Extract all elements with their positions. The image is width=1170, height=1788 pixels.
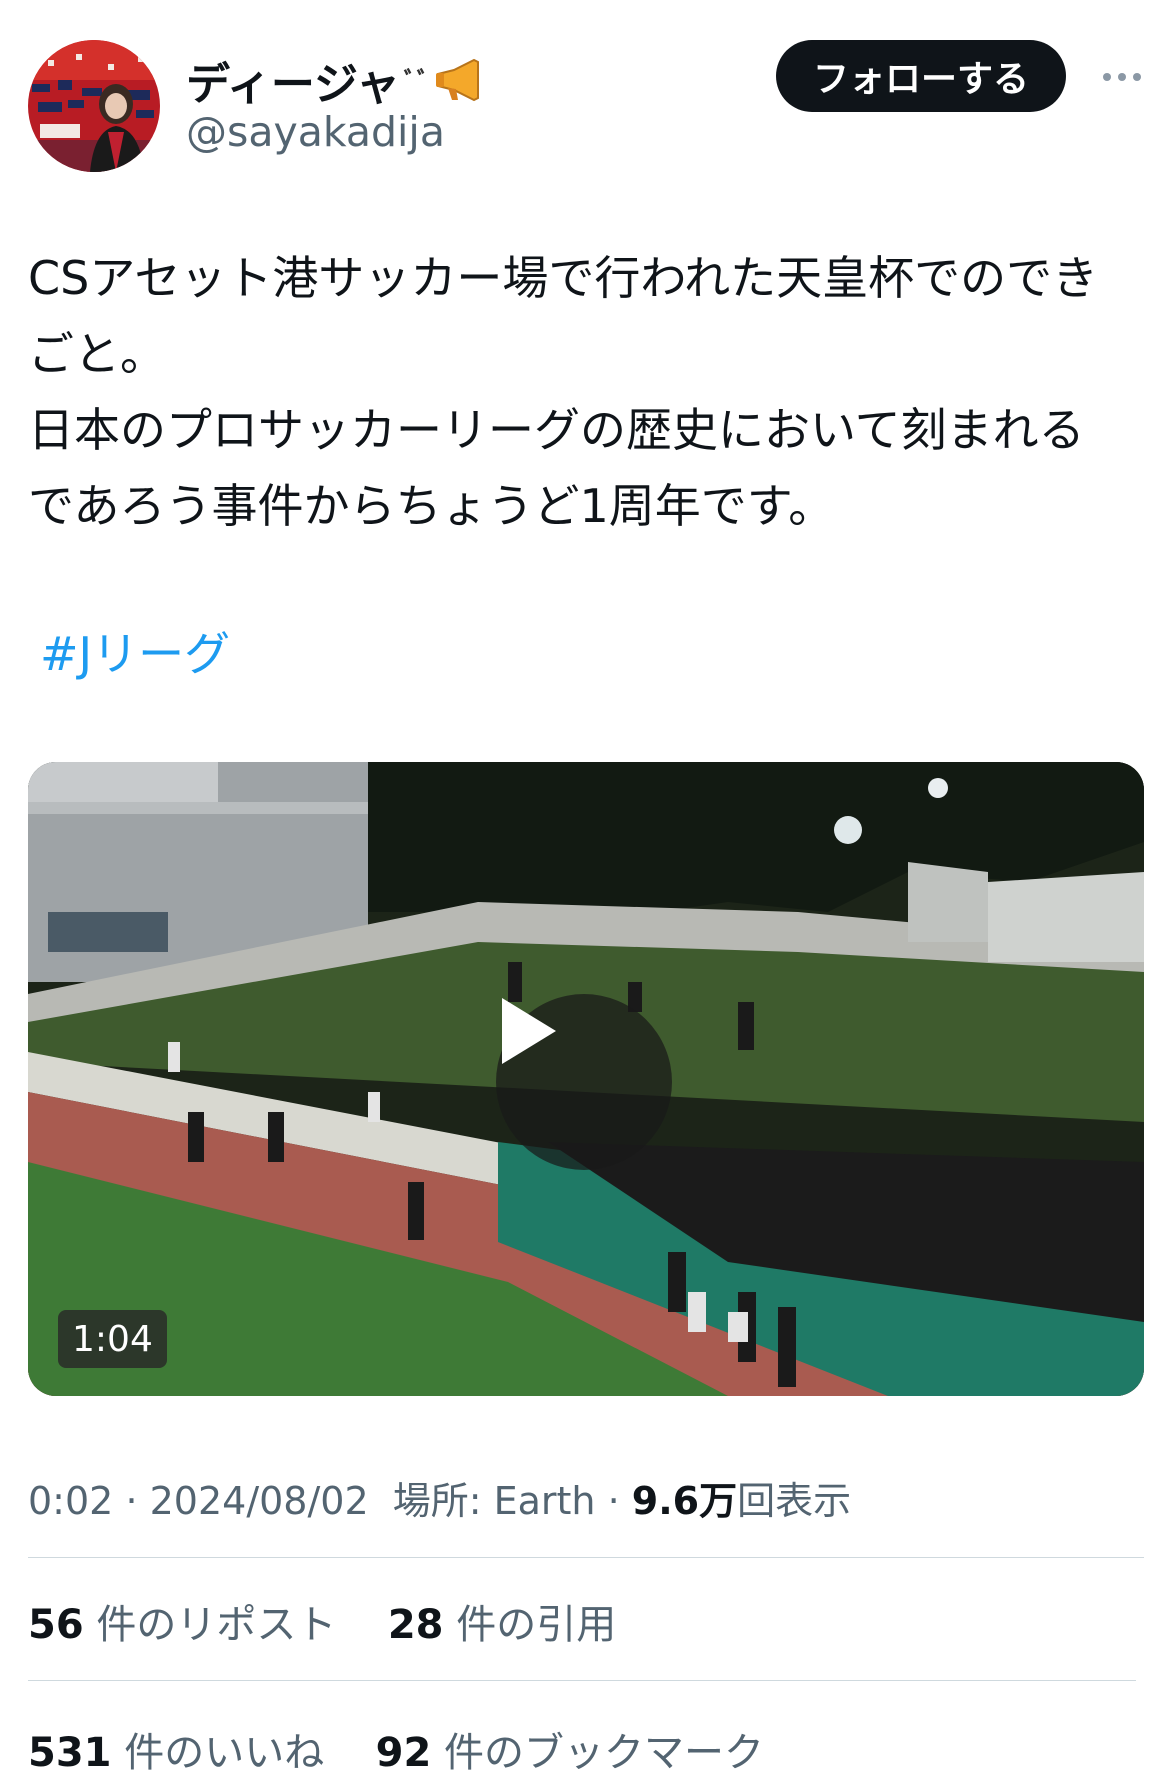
bookmarks-stat[interactable]: 92 件のブックマーク	[376, 1730, 764, 1776]
quotes-stat[interactable]: 28 件の引用	[388, 1602, 616, 1648]
tweet-location: 場所: Earth	[392, 1479, 596, 1523]
stats-row-2: 531 件のいいね 92 件のブックマーク	[28, 1720, 764, 1778]
tweet-header: ディージャ ﾞﾞ @sayakadija フォローする	[28, 40, 1148, 175]
hashtag-link[interactable]: #Jリーグ	[40, 618, 230, 684]
more-dot	[1133, 73, 1141, 81]
bookmarks-count: 92	[375, 1730, 432, 1776]
hair-bow-emoji: ﾞﾞ	[403, 67, 430, 98]
video-duration: 1:04	[58, 1310, 167, 1368]
avatar[interactable]	[28, 40, 160, 172]
bookmarks-label: 件のブックマーク	[444, 1730, 765, 1776]
divider	[28, 1557, 1144, 1558]
reposts-stat[interactable]: 56 件のリポスト	[28, 1602, 336, 1648]
tweet-time[interactable]: 0:02	[28, 1479, 113, 1523]
reposts-count: 56	[28, 1602, 84, 1648]
quotes-count: 28	[387, 1602, 444, 1648]
play-icon	[502, 998, 556, 1064]
tweet-line: CSアセット港サッカー場で行われた天皇杯でのでき	[28, 251, 1099, 305]
tweet-date[interactable]: 2024/08/02	[150, 1479, 369, 1523]
video-player[interactable]: 1:04	[28, 762, 1144, 1396]
tweet-line: 日本のプロサッカーリーグの歴史において刻まれる	[28, 403, 1085, 457]
likes-label: 件のいいね	[124, 1730, 325, 1776]
author-handle[interactable]: @sayakadija	[186, 108, 445, 156]
display-name: ディージャ	[186, 59, 400, 110]
more-dot	[1118, 73, 1126, 81]
likes-count: 531	[28, 1730, 112, 1776]
author-name[interactable]: ディージャ ﾞﾞ	[186, 48, 484, 112]
tweet-text: CSアセット港サッカー場で行われた天皇杯でのでき ごと。 日本のプロサッカーリー…	[28, 240, 1148, 544]
tweet-line: であろう事件からちょうど1周年です。	[28, 479, 835, 533]
tweet-line: ごと。	[28, 327, 166, 381]
views-label: 回表示	[737, 1479, 852, 1523]
follow-button[interactable]: フォローする	[776, 40, 1066, 112]
more-icon[interactable]	[1096, 52, 1148, 102]
quotes-label: 件の引用	[456, 1602, 617, 1648]
stats-row-1: 56 件のリポスト 28 件の引用	[28, 1592, 616, 1650]
more-dot	[1103, 73, 1111, 81]
play-button[interactable]	[496, 994, 672, 1170]
views-count: 9.6万	[631, 1479, 738, 1523]
meta-separator: ·	[125, 1479, 150, 1523]
tweet-meta: 0:02 · 2024/08/02 場所: Earth · 9.6万回表示	[28, 1470, 851, 1525]
divider	[28, 1680, 1136, 1681]
reposts-label: 件のリポスト	[96, 1602, 337, 1648]
megaphone-icon	[435, 58, 479, 102]
likes-stat[interactable]: 531 件のいいね	[28, 1730, 324, 1776]
meta-separator: ·	[607, 1479, 632, 1523]
